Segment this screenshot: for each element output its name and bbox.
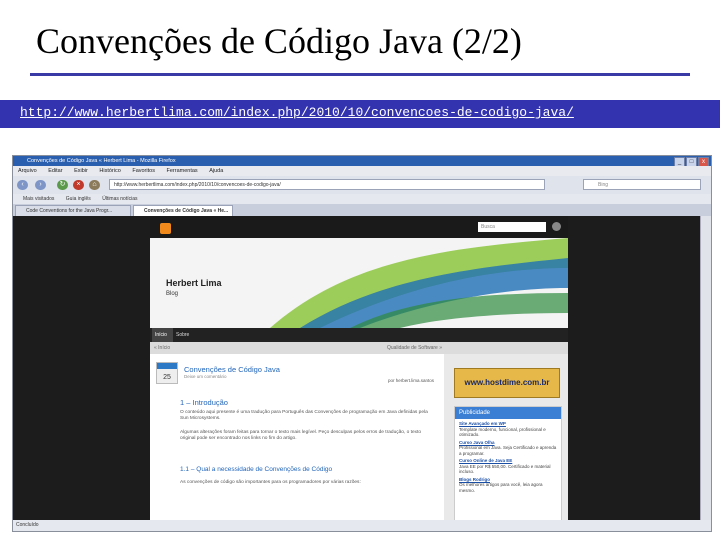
hostdime-ad-banner[interactable]: www.hostdime.com.br: [454, 368, 560, 398]
bookmark-english-guide[interactable]: Guia inglês: [66, 196, 91, 202]
nav-home[interactable]: Início: [152, 328, 173, 342]
ad-item[interactable]: Curso Java Olha Profissional em Java. Sej…: [455, 438, 561, 457]
bookmarks-toolbar: Mais visitados Guia inglês Últimas notíc…: [13, 194, 711, 204]
blog-topbar: Busca: [150, 216, 568, 238]
tab-convencoes[interactable]: Convenções de Código Java « He...: [133, 205, 233, 216]
question-heading: 1.1 – Qual a necessidade de Convenções d…: [180, 466, 333, 473]
window-title: Convenções de Código Java « Herbert Lima…: [27, 158, 176, 164]
ad-text: Profissional em Java. Seja Certificado e…: [459, 445, 557, 456]
bookmark-latest-news[interactable]: Últimas notícias: [102, 196, 137, 202]
ads-heading: Publicidade: [455, 407, 561, 419]
blog-search-input[interactable]: Busca: [478, 222, 546, 232]
intro-heading: 1 – Introdução: [180, 398, 228, 407]
ad-text: Os melhores artigos para você, leia agor…: [459, 482, 543, 493]
ad-title[interactable]: Site Avançado em WP: [459, 421, 506, 426]
blog-search-button[interactable]: [552, 222, 561, 231]
blog-name[interactable]: Herbert Lima: [166, 278, 222, 288]
forward-icon[interactable]: ›: [35, 180, 46, 190]
rss-icon[interactable]: [160, 223, 171, 234]
ad-title[interactable]: Curso Java Olha: [459, 440, 495, 445]
address-bar[interactable]: http://www.herbertlima.com/index.php/201…: [109, 179, 545, 190]
ad-item[interactable]: Site Avançado em WP Template moderno, fun…: [455, 419, 561, 438]
breadcrumb: « Início Qualidade de Software »: [150, 342, 568, 354]
question-paragraph: As convenções de código são importantes …: [180, 480, 361, 485]
menu-help[interactable]: Ajuda: [209, 168, 223, 174]
bookmark-most-visited[interactable]: Mais visitados: [23, 196, 54, 202]
search-input[interactable]: Bing: [583, 179, 701, 190]
page-content: Busca Herbert Lima Blog Início Sobre « I…: [13, 216, 711, 520]
post-comment-link[interactable]: Deixe um comentário: [184, 374, 227, 379]
menu-bookmarks[interactable]: Favoritos: [132, 168, 155, 174]
title-underline: [30, 73, 690, 76]
ad-item[interactable]: Curso Online de Java EE Java EE por R$ 55…: [455, 456, 561, 475]
ad-text: Java EE por R$ 550,00. Certificado e mat…: [459, 463, 551, 475]
ads-widget: Publicidade Site Avançado em WP Template …: [454, 406, 562, 520]
blog-sidebar: www.hostdime.com.br Publicidade Site Ava…: [452, 354, 568, 520]
home-icon[interactable]: ⌂: [89, 180, 100, 190]
reload-icon[interactable]: ↻: [57, 180, 68, 190]
menu-file[interactable]: Arquivo: [18, 168, 37, 174]
menu-bar: Arquivo Editar Exibir Histórico Favorito…: [13, 166, 711, 176]
breadcrumb-next[interactable]: Qualidade de Software »: [387, 342, 442, 354]
back-icon[interactable]: ‹: [17, 180, 28, 190]
vertical-scrollbar[interactable]: [700, 216, 711, 520]
tab-strip: Code Conventions for the Java Progr... C…: [13, 204, 711, 216]
slide-title: Convenções de Código Java (2/2): [36, 21, 522, 61]
intro-paragraph: O conteúdo aqui presente é uma tradução …: [180, 410, 428, 421]
menu-tools[interactable]: Ferramentas: [166, 168, 197, 174]
stop-icon[interactable]: ×: [73, 180, 84, 190]
note-paragraph: Algumas alterações foram feitas para tor…: [180, 430, 422, 441]
breadcrumb-prev[interactable]: « Início: [154, 342, 170, 354]
nav-about[interactable]: Sobre: [176, 328, 189, 342]
status-bar: Concluído: [13, 520, 711, 531]
blog-subtitle: Blog: [166, 291, 179, 297]
post-title[interactable]: Convenções de Código Java: [184, 365, 280, 374]
post: 25 Convenções de Código Java Deixe um co…: [150, 354, 444, 520]
url-banner: http://www.herbertlima.com/index.php/201…: [0, 100, 720, 128]
ad-title[interactable]: Blogs Rodrigo: [459, 477, 490, 482]
blog-banner: Herbert Lima Blog: [150, 238, 568, 328]
blog-page: Busca Herbert Lima Blog Início Sobre « I…: [150, 216, 568, 520]
menu-edit[interactable]: Editar: [48, 168, 62, 174]
ad-title[interactable]: Curso Online de Java EE: [459, 458, 512, 463]
status-text: Concluído: [16, 522, 39, 528]
blog-nav: Início Sobre: [150, 328, 568, 342]
tab-code-conventions[interactable]: Code Conventions for the Java Progr...: [15, 205, 131, 216]
window-titlebar: Convenções de Código Java « Herbert Lima…: [13, 156, 711, 167]
menu-view[interactable]: Exibir: [74, 168, 88, 174]
navigation-toolbar: ‹ › ↻ × ⌂ http://www.herbertlima.com/ind…: [13, 176, 711, 194]
ad-text: Template moderno, funcional, profissiona…: [459, 426, 546, 438]
menu-history[interactable]: Histórico: [99, 168, 120, 174]
browser-screenshot: Convenções de Código Java « Herbert Lima…: [12, 155, 712, 532]
ad-item[interactable]: Blogs Rodrigo Os melhores artigos para vo…: [455, 475, 561, 494]
post-author[interactable]: por herbert.lima.santos: [388, 378, 434, 383]
post-date-badge: 25: [156, 362, 178, 384]
blog-url-link[interactable]: http://www.herbertlima.com/index.php/201…: [20, 105, 574, 120]
